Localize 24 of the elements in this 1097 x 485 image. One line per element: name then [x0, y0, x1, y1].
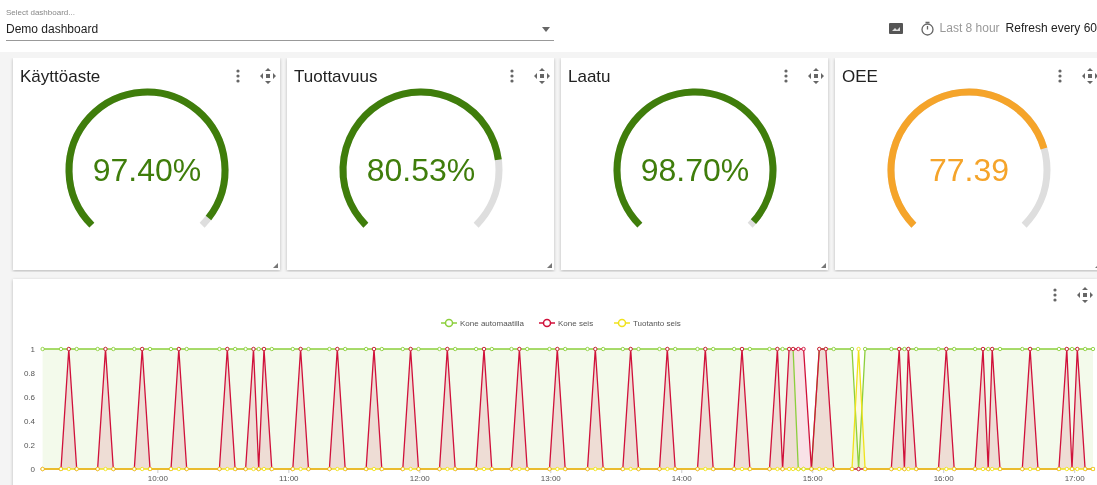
gauge-value: 98.70%	[640, 152, 749, 188]
select-value: Demo dashboard	[6, 21, 99, 37]
x-tick-label: 15:00	[802, 474, 823, 483]
y-tick-label: 1	[30, 345, 35, 354]
select-label: Select dashboard...	[6, 8, 76, 18]
x-tick-label: 10:00	[147, 474, 168, 483]
y-tick-label: 0.4	[23, 417, 35, 426]
gauge-title: Käyttöaste	[20, 66, 101, 88]
x-tick-label: 11:00	[279, 474, 299, 483]
x-tick-label: 17:00	[1064, 474, 1085, 483]
gauge-value: 80.53%	[366, 152, 475, 188]
x-tick-label: 12:00	[409, 474, 430, 483]
gauge-title: OEE	[842, 66, 878, 88]
y-tick-label: 0.8	[23, 369, 35, 378]
x-tick-label: 14:00	[671, 474, 692, 483]
gauge-title: Laatu	[568, 66, 611, 88]
gauge-value: 97.40%	[92, 152, 201, 188]
y-tick-label: 0.6	[23, 393, 35, 402]
y-tick-label: 0.2	[23, 441, 35, 450]
gauge-value: 77.39	[928, 152, 1009, 188]
gauge-title: Tuottavuus	[294, 66, 378, 88]
x-tick-label: 16:00	[933, 474, 954, 483]
x-tick-label: 13:00	[540, 474, 561, 483]
y-tick-label: 0	[30, 465, 35, 474]
